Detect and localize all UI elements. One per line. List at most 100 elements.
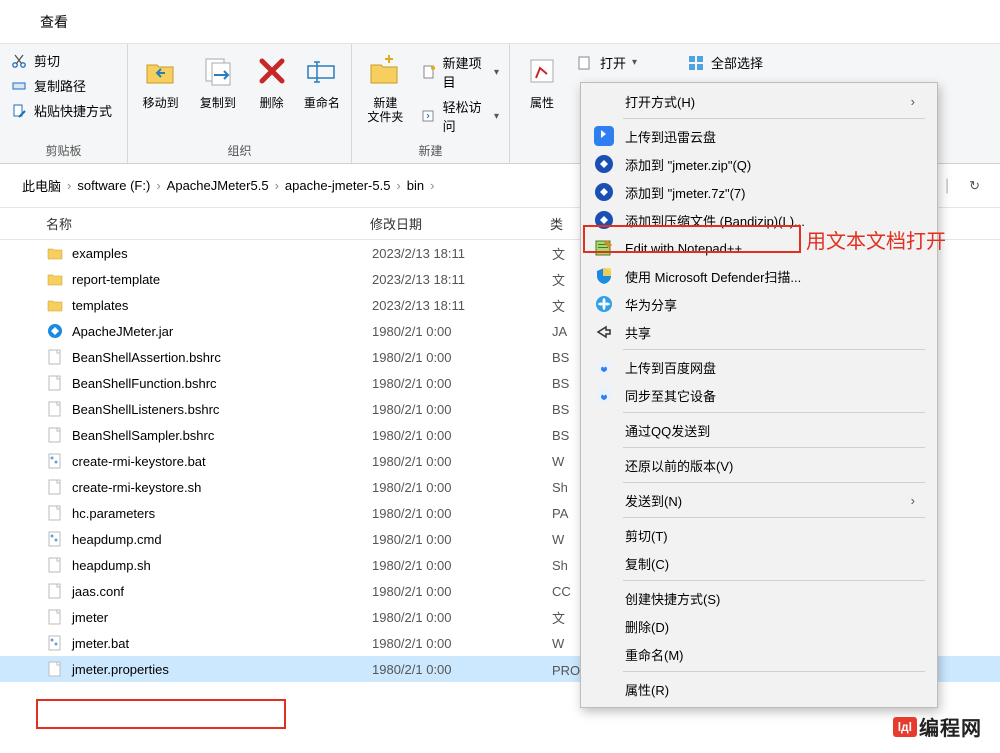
- ctx-item[interactable]: 上传到百度网盘: [583, 353, 935, 381]
- ctx-item[interactable]: 添加到 "jmeter.zip"(Q): [583, 150, 935, 178]
- blank-icon: [593, 524, 615, 546]
- breadcrumb-item[interactable]: 此电脑: [22, 176, 61, 195]
- file-date: 2023/2/13 18:11: [372, 272, 552, 287]
- breadcrumb-divider: |: [939, 177, 955, 195]
- new-folder-button[interactable]: 新建 文件夹: [360, 48, 411, 125]
- select-all-button[interactable]: 全部选择: [685, 52, 765, 73]
- file-icon: [46, 608, 72, 626]
- easy-access-button[interactable]: 轻松访问 ▾: [419, 96, 501, 136]
- breadcrumb-item[interactable]: bin: [407, 178, 424, 193]
- open-label: 打开: [600, 53, 626, 72]
- ctx-item[interactable]: 共享: [583, 318, 935, 346]
- huawei-icon: [593, 293, 615, 315]
- notepad-icon: [593, 237, 615, 259]
- bandizip-icon: [593, 153, 615, 175]
- blank-icon: [593, 552, 615, 574]
- paste-shortcut-button[interactable]: 粘贴快捷方式: [8, 100, 114, 121]
- delete-label: 删除: [260, 96, 284, 110]
- ctx-item[interactable]: 创建快捷方式(S): [583, 584, 935, 612]
- ctx-item[interactable]: 剪切(T): [583, 521, 935, 549]
- file-date: 1980/2/1 0:00: [372, 636, 552, 651]
- file-name: jaas.conf: [72, 584, 372, 599]
- annotation-text: 用文本文档打开: [806, 225, 946, 254]
- ctx-item[interactable]: 发送到(N)›: [583, 486, 935, 514]
- chevron-right-icon: ›: [392, 178, 404, 193]
- ctx-item[interactable]: 重命名(M): [583, 640, 935, 668]
- share-icon: [593, 321, 615, 343]
- ctx-item[interactable]: 删除(D): [583, 612, 935, 640]
- ctx-item[interactable]: 同步至其它设备: [583, 381, 935, 409]
- properties-icon: [523, 52, 561, 90]
- copy-path-button[interactable]: 复制路径: [8, 75, 114, 96]
- chevron-right-icon: ›: [63, 178, 75, 193]
- ctx-open-with[interactable]: 打开方式(H) ›: [583, 87, 935, 115]
- ctx-separator: [623, 412, 925, 413]
- paste-shortcut-icon: [10, 102, 28, 120]
- ribbon-group-organize: 移动到 复制到 删除 重命名 组织: [128, 44, 352, 163]
- file-icon: [46, 296, 72, 314]
- ctx-separator: [623, 517, 925, 518]
- file-date: 2023/2/13 18:11: [372, 298, 552, 313]
- ctx-item[interactable]: 属性(R): [583, 675, 935, 703]
- tab-view[interactable]: 查看: [40, 12, 68, 32]
- new-folder-icon: [366, 52, 404, 90]
- paste-shortcut-label: 粘贴快捷方式: [34, 101, 112, 120]
- cut-button[interactable]: 剪切: [8, 50, 114, 71]
- ctx-item-label: 上传到迅雷云盘: [625, 127, 915, 146]
- file-icon: [46, 322, 72, 340]
- ctx-separator: [623, 447, 925, 448]
- ribbon-group-clipboard: 剪切 复制路径 粘贴快捷方式 剪贴板: [0, 44, 128, 163]
- file-name: jmeter.properties: [72, 662, 372, 677]
- ribbon-group-new: 新建 文件夹 新建项目 ▾ 轻松访问 ▾ 新建: [352, 44, 510, 163]
- open-button[interactable]: 打开 ▾: [574, 52, 639, 73]
- move-to-button[interactable]: 移动到: [136, 48, 185, 110]
- ctx-item[interactable]: 添加到 "jmeter.7z"(7): [583, 178, 935, 206]
- col-date-header[interactable]: 修改日期: [370, 214, 550, 233]
- cut-label: 剪切: [34, 51, 60, 70]
- file-name: BeanShellAssertion.bshrc: [72, 350, 372, 365]
- file-date: 1980/2/1 0:00: [372, 402, 552, 417]
- ctx-item[interactable]: 华为分享: [583, 290, 935, 318]
- new-item-button[interactable]: 新建项目 ▾: [419, 52, 501, 92]
- rename-button[interactable]: 重命名: [301, 48, 343, 110]
- ctx-item-label: 还原以前的版本(V): [625, 456, 915, 475]
- ctx-item-label: 复制(C): [625, 554, 915, 573]
- file-date: 1980/2/1 0:00: [372, 610, 552, 625]
- logo-badge: lдl: [893, 717, 917, 737]
- col-name-header[interactable]: 名称: [0, 214, 370, 233]
- breadcrumb-item[interactable]: apache-jmeter-5.5: [285, 178, 391, 193]
- properties-button[interactable]: 属性: [518, 48, 566, 110]
- file-icon: [46, 452, 72, 470]
- file-icon: [46, 270, 72, 288]
- file-name: ApacheJMeter.jar: [72, 324, 372, 339]
- ctx-item[interactable]: 复制(C): [583, 549, 935, 577]
- select-all-icon: [687, 54, 705, 72]
- breadcrumb-item[interactable]: ApacheJMeter5.5: [167, 178, 269, 193]
- scissors-icon: [10, 52, 28, 70]
- file-name: report-template: [72, 272, 372, 287]
- ctx-item[interactable]: 通过QQ发送到: [583, 416, 935, 444]
- breadcrumb-item[interactable]: software (F:): [77, 178, 150, 193]
- ctx-item-label: 重命名(M): [625, 645, 915, 664]
- ctx-item[interactable]: 上传到迅雷云盘: [583, 122, 935, 150]
- file-icon: [46, 530, 72, 548]
- file-name: templates: [72, 298, 372, 313]
- refresh-icon[interactable]: ↻: [961, 178, 988, 194]
- ctx-item-label: 同步至其它设备: [625, 386, 915, 405]
- file-date: 1980/2/1 0:00: [372, 480, 552, 495]
- move-to-label: 移动到: [143, 96, 179, 110]
- ctx-separator: [623, 349, 925, 350]
- copy-to-button[interactable]: 复制到: [193, 48, 242, 110]
- file-date: 1980/2/1 0:00: [372, 454, 552, 469]
- file-name: create-rmi-keystore.bat: [72, 454, 372, 469]
- ctx-item[interactable]: 还原以前的版本(V): [583, 451, 935, 479]
- select-all-label: 全部选择: [711, 53, 763, 72]
- copy-to-label: 复制到: [200, 96, 236, 110]
- delete-button[interactable]: 删除: [251, 48, 293, 110]
- ctx-item[interactable]: 使用 Microsoft Defender扫描...: [583, 262, 935, 290]
- blank-icon: [593, 615, 615, 637]
- defender-icon: [593, 265, 615, 287]
- file-icon: [46, 244, 72, 262]
- site-logo: lдl 编程网: [893, 712, 982, 741]
- file-icon: [46, 582, 72, 600]
